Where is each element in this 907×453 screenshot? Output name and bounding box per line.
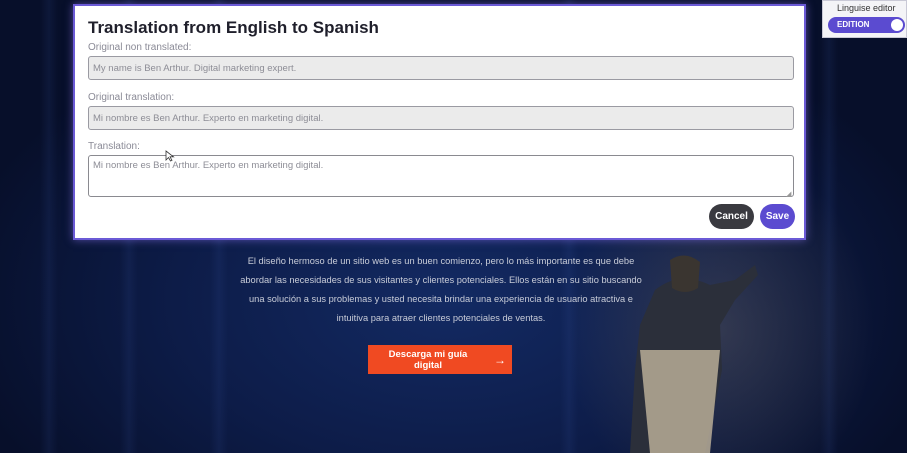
curtain-fold (820, 0, 838, 453)
original-text-value: My name is Ben Arthur. Digital marketing… (93, 62, 297, 74)
modal-title: Translation from English to Spanish (88, 18, 379, 37)
curtain-fold (40, 0, 58, 453)
mouse-cursor-icon (165, 150, 175, 162)
cancel-button[interactable]: Cancel (709, 204, 754, 229)
cta-label: Descarga mi guía digital (388, 348, 468, 371)
edition-toggle-label: EDITION (837, 20, 870, 29)
editor-label: Linguise editor (837, 3, 896, 13)
original-translation-label: Original translation: (88, 92, 175, 103)
translation-label: Translation: (88, 141, 140, 152)
save-button[interactable]: Save (760, 204, 795, 229)
original-label: Original non translated: (88, 42, 192, 53)
linguise-editor-widget: Linguise editor EDITION (822, 0, 907, 38)
translation-modal: Translation from English to Spanish Orig… (73, 4, 806, 240)
original-translation-field: Mi nombre es Ben Arthur. Experto en mark… (88, 106, 794, 130)
resize-grip-icon[interactable]: ◢ (786, 190, 791, 198)
translation-textarea[interactable]: Mi nombre es Ben Arthur. Experto en mark… (88, 155, 794, 197)
edition-toggle[interactable]: EDITION (828, 17, 905, 33)
toggle-knob (891, 19, 903, 31)
original-translation-value: Mi nombre es Ben Arthur. Experto en mark… (93, 112, 324, 124)
arrow-right-icon: → (494, 352, 506, 367)
original-text-field: My name is Ben Arthur. Digital marketing… (88, 56, 794, 80)
download-guide-button[interactable]: Descarga mi guía digital → (368, 345, 512, 374)
hero-paragraph: El diseño hermoso de un sitio web es un … (240, 256, 642, 323)
